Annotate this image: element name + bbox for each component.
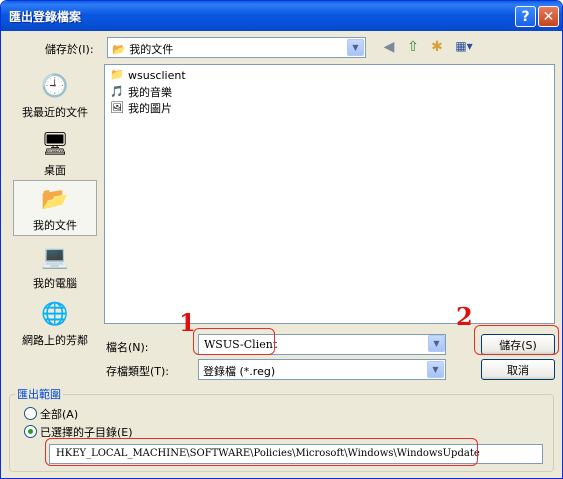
filename-highlight (193, 328, 275, 355)
filetype-dropdown[interactable]: 登錄檔 (*.reg) ▼ (198, 359, 446, 380)
my-documents-icon: 📂 (41, 187, 69, 212)
radio-selected-branch[interactable] (24, 425, 37, 438)
file-list[interactable]: 📁 wsusclient 🎵 我的音樂 🖼 我的圖片 (104, 64, 555, 324)
close-button[interactable]: ✕ (538, 6, 559, 27)
place-recent[interactable]: 🕘 我最近的文件 (13, 68, 97, 124)
view-menu-icon[interactable]: ▦▾ (451, 39, 477, 57)
chevron-down-icon[interactable]: ▼ (347, 39, 364, 56)
filetype-label: 存檔類型(T): (106, 365, 170, 378)
title-bar[interactable]: 匯出登錄檔案 ? ✕ (1, 1, 562, 31)
place-desktop[interactable]: 🖥 桌面 (13, 126, 97, 182)
file-name: 我的音樂 (128, 86, 172, 99)
place-label: 我的電腦 (33, 277, 77, 290)
my-computer-icon: 💻 (41, 245, 69, 270)
places-bar: 🕘 我最近的文件 🖥 桌面 📂 我的文件 💻 我的電腦 🌐 網路上的芳鄰 (11, 64, 98, 350)
folder-icon: 📁 (110, 68, 124, 81)
new-folder-icon[interactable]: ✱ (427, 39, 447, 57)
place-label: 桌面 (44, 164, 66, 177)
chevron-down-icon[interactable]: ▼ (428, 335, 445, 352)
folder-documents-icon: 📂 (112, 43, 126, 56)
radio-selected-dot (28, 429, 33, 434)
place-my-documents[interactable]: 📂 我的文件 (13, 180, 97, 236)
dialog-title: 匯出登錄檔案 (9, 10, 82, 24)
help-button[interactable]: ? (515, 6, 536, 27)
place-label: 網路上的芳鄰 (22, 334, 88, 347)
filename-label: 檔名(N): (106, 341, 149, 354)
list-item[interactable]: 📁 wsusclient (109, 68, 186, 82)
list-item[interactable]: 🎵 我的音樂 (109, 84, 172, 100)
place-label: 我的文件 (33, 219, 77, 232)
up-folder-icon[interactable]: ⇧ (403, 39, 423, 57)
save-in-value: 📂 我的文件 (112, 41, 173, 57)
pictures-folder-icon: 🖼 (110, 101, 124, 114)
save-in-location: 我的文件 (129, 43, 174, 56)
list-item[interactable]: 🖼 我的圖片 (109, 100, 172, 116)
export-range-title: 匯出範圍 (15, 386, 63, 402)
export-registry-dialog: 匯出登錄檔案 ? ✕ 儲存於(I): 📂 我的文件 ▼ ◀ ⇧ ✱ ▦▾ 🕘 我… (0, 0, 563, 479)
file-name: 我的圖片 (128, 102, 172, 115)
chevron-down-icon[interactable]: ▼ (427, 361, 444, 378)
save-in-dropdown[interactable]: 📂 我的文件 ▼ (107, 37, 366, 58)
filename-history-dropdown[interactable]: ▼ (425, 334, 446, 355)
place-network[interactable]: 🌐 網路上的芳鄰 (13, 296, 97, 352)
annotation-number-two: 2 (456, 302, 473, 331)
save-in-label: 儲存於(I): (45, 43, 94, 56)
radio-all-label[interactable]: 全部(A) (40, 406, 78, 422)
file-name: wsusclient (128, 68, 186, 82)
radio-all[interactable] (24, 407, 37, 420)
save-button-highlight (474, 325, 559, 355)
branch-path-highlight (45, 438, 478, 466)
network-places-icon: 🌐 (41, 302, 69, 327)
desktop-icon: 🖥 (41, 132, 69, 157)
cancel-button[interactable]: 取消 (481, 359, 555, 380)
filetype-value: 登錄檔 (*.reg) (203, 365, 276, 378)
place-my-computer[interactable]: 💻 我的電腦 (13, 239, 97, 295)
music-folder-icon: 🎵 (110, 85, 124, 98)
place-label: 我最近的文件 (22, 106, 88, 119)
back-icon[interactable]: ◀ (379, 39, 399, 57)
recent-documents-icon: 🕘 (41, 74, 69, 99)
